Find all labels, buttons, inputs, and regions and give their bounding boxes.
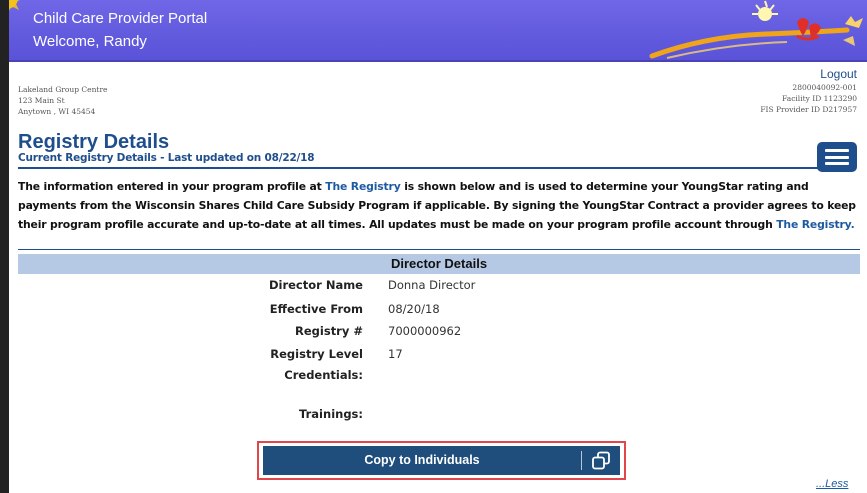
the-registry-link[interactable]: The Registry [325,180,401,193]
menu-button[interactable] [817,142,857,172]
fis-provider-id: FIS Provider ID D217957 [760,105,857,114]
facility-id: Facility ID 1123290 [782,94,857,103]
intro-text: The information entered in your program … [18,177,860,234]
show-less-link[interactable]: ...Less [816,478,848,490]
page-title: Registry Details [18,131,170,153]
hamburger-icon [825,155,849,159]
intro-divider [18,249,860,250]
facility-address: Lakeland Group Centre 123 Main St Anytow… [18,84,107,117]
the-registry-link-2[interactable]: The Registry. [776,218,854,231]
registry-level-value: 17 [388,347,403,361]
trainings-label: Trainings: [299,407,363,421]
effective-from-value: 08/20/18 [388,302,440,316]
welcome-message: Welcome, Randy [33,33,147,50]
sun-icon [9,0,20,11]
button-divider [581,451,582,470]
director-name-value: Donna Director [388,278,476,292]
portal-title: Child Care Provider Portal [33,10,208,27]
detail-row-registry-level: Registry Level 17 [0,347,867,365]
detail-row-credentials: Credentials: [0,368,867,386]
registry-number-value: 7000000962 [388,324,462,338]
effective-from-label: Effective From [269,302,363,316]
youngstar-logo-graphic [649,0,863,59]
detail-row-trainings: Trainings: [0,407,867,425]
title-divider [18,167,856,169]
hamburger-icon [825,162,849,165]
page-subtitle: Current Registry Details - Last updated … [18,152,315,164]
account-info: Logout 2800040092-001 Facility ID 112329… [760,67,857,115]
credentials-label: Credentials: [284,368,363,382]
director-details-header: Director Details [18,254,860,274]
copy-to-individuals-label: Copy to Individuals [364,453,480,467]
provider-number: 2800040092-001 [792,83,857,92]
director-name-label: Director Name [268,278,363,292]
address-line-2: 123 Main St [18,96,65,105]
registry-number-label: Registry # [295,324,363,338]
portal-header: Child Care Provider Portal Welcome, Rand… [9,0,867,62]
intro-text-part1: The information entered in your program … [18,180,326,193]
hamburger-icon [825,149,849,152]
detail-row-director-name: Director Name Donna Director [0,278,867,296]
registry-level-label: Registry Level [270,347,363,361]
logout-link[interactable]: Logout [760,67,857,81]
copy-to-individuals-button[interactable]: Copy to Individuals [263,446,620,475]
detail-row-registry-number: Registry # 7000000962 [0,324,867,342]
detail-row-effective-from: Effective From 08/20/18 [0,302,867,320]
address-line-3: Anytown , WI 45454 [18,107,96,116]
copy-icon [592,451,610,470]
address-line-1: Lakeland Group Centre [18,85,108,94]
